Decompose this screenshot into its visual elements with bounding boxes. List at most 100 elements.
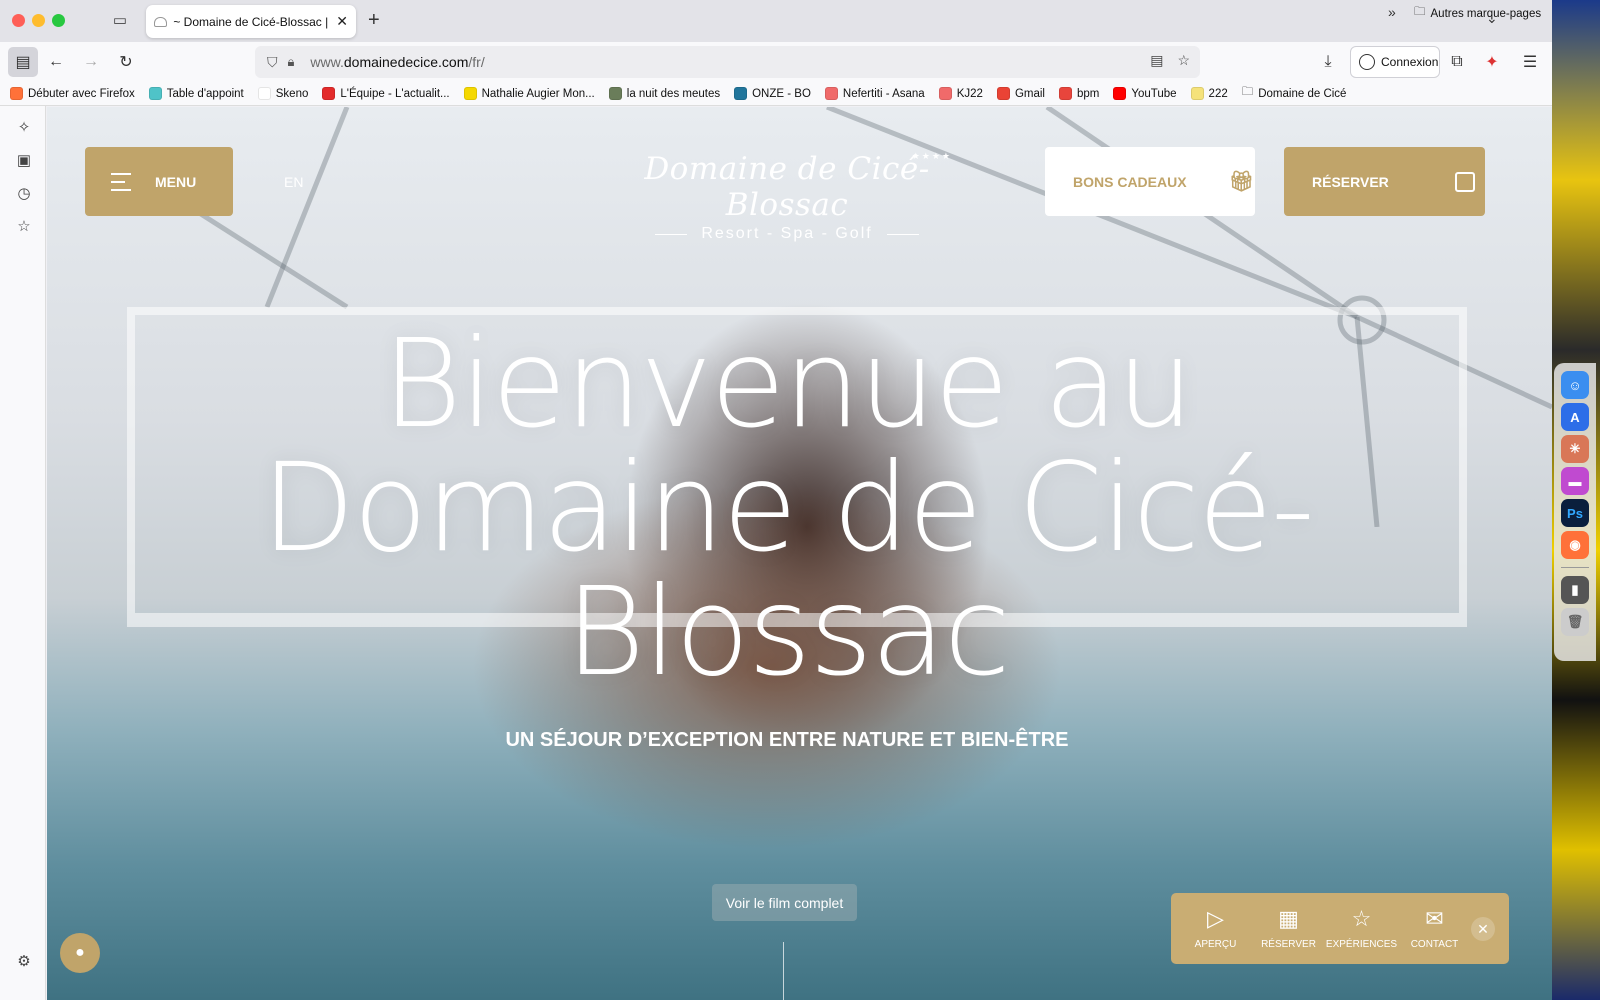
tab-overview-icon[interactable]: ▭ [110, 11, 130, 31]
shield-icon[interactable]: ⛉ [267, 54, 278, 71]
sidebar-toggle-icon[interactable]: ▤ [8, 47, 38, 77]
bookmark-favicon-icon [1190, 87, 1204, 100]
bookmark-favicon-icon [148, 87, 162, 100]
site-favicon-icon [154, 16, 168, 27]
app-store-icon[interactable]: A [1561, 403, 1589, 431]
bookmark-item[interactable]: ONZE - BO [734, 87, 811, 100]
app-icon[interactable]: ▬ [1561, 467, 1589, 495]
macos-dock: ☺ A ✳ ▬ Ps ◉ ▮ 🗑 [1554, 363, 1596, 661]
bookmark-item[interactable]: KJ22 [938, 87, 983, 100]
app-menu-icon[interactable]: ☰ [1516, 48, 1544, 76]
ai-chat-icon[interactable]: ✧ [14, 118, 34, 138]
quick-nav-reserver[interactable]: ▦ RÉSERVER [1252, 907, 1325, 951]
menu-label: MENU [155, 173, 197, 190]
quick-nav-label: APERÇU [1194, 939, 1237, 950]
extension-icon[interactable]: ✦ [1478, 48, 1506, 76]
account-label: Connexion [1381, 55, 1439, 69]
claude-icon[interactable]: ✳ [1561, 435, 1589, 463]
other-bookmarks-label: Autres marque-pages [1430, 7, 1542, 20]
bookmark-item[interactable]: Gmail [996, 87, 1045, 100]
bookmark-item[interactable]: Table d'appoint [148, 87, 244, 100]
bookmark-favicon-icon [10, 87, 23, 100]
tab-title: ~ Domaine de Cicé-Blossac | Hô [173, 14, 331, 29]
quick-nav-label: EXPÉRIENCES [1325, 939, 1398, 950]
url-bar[interactable]: ⛉ 🔒︎ www.domainedecice.com/fr/ ▤ ☆ [255, 46, 1200, 78]
forward-icon[interactable]: → [77, 48, 105, 76]
bookmark-favicon-icon [938, 87, 952, 100]
drive-icon[interactable]: ▮ [1561, 576, 1589, 604]
reserve-button[interactable]: RÉSERVER [1284, 147, 1485, 216]
lock-icon[interactable]: 🔒︎ [288, 54, 295, 70]
dock-separator [1561, 567, 1589, 568]
bookmark-item[interactable]: Nathalie Augier Mon... [463, 87, 595, 100]
bookmark-label: Skeno [275, 87, 309, 100]
extensions-icon[interactable]: ⧉ [1443, 48, 1471, 76]
play-icon: ▷ [1207, 906, 1224, 931]
new-tab-icon[interactable]: + [368, 9, 380, 32]
quick-nav-bar: ▷ APERÇU ▦ RÉSERVER ☆ EXPÉRIENCES ✉ CONT… [1171, 893, 1509, 964]
close-window-button[interactable] [12, 14, 25, 27]
hero-title-line: Bienvenue au [382, 313, 1194, 455]
bookmark-item[interactable]: bpm [1058, 87, 1099, 100]
finder-icon[interactable]: ☺ [1561, 371, 1589, 399]
close-tab-icon[interactable]: ✕ [336, 13, 348, 30]
site-logo[interactable]: ★★★★ Domaine de Cicé-Blossac Resort - Sp… [622, 151, 952, 242]
synced-tabs-icon[interactable]: ▣ [14, 151, 34, 171]
booking-form-icon [1454, 171, 1475, 192]
reload-icon[interactable]: ↻ [112, 48, 140, 76]
zoom-window-button[interactable] [52, 14, 65, 27]
photoshop-icon[interactable]: Ps [1561, 499, 1589, 527]
account-button[interactable]: Connexion [1350, 46, 1440, 78]
back-icon[interactable]: ← [42, 48, 70, 76]
bookmark-favicon-icon [824, 87, 838, 100]
browser-sidebar: ✧ ▣ ◷ ☆ ⚙ [0, 106, 46, 1000]
bookmark-item[interactable]: la nuit des meutes [608, 87, 720, 100]
folder-icon: 🗀 [1414, 6, 1426, 18]
bookmark-item[interactable]: 🗀 Domaine de Cicé [1242, 84, 1347, 103]
scroll-indicator [783, 942, 784, 1000]
folder-icon: 🗀 [1241, 86, 1254, 98]
logo-name: Domaine de Cicé-Blossac [644, 151, 930, 223]
minimize-window-button[interactable] [32, 14, 45, 27]
bookmarks-star-icon[interactable]: ☆ [14, 217, 34, 237]
bookmark-item[interactable]: YouTube [1113, 87, 1177, 100]
bookmark-item[interactable]: 222 [1190, 87, 1228, 100]
bookmark-item[interactable]: L'Équipe - L'actualit... [322, 87, 450, 100]
reserve-label: RÉSERVER [1312, 173, 1389, 190]
quick-nav-contact[interactable]: ✉ CONTACT [1398, 907, 1471, 951]
bookmark-favicon-icon [322, 87, 336, 100]
bookmark-favicon-icon [1113, 87, 1127, 100]
logo-tagline: Resort - Spa - Golf [701, 225, 873, 242]
trash-icon[interactable]: 🗑 [1561, 608, 1589, 636]
firefox-icon[interactable]: ◉ [1561, 531, 1589, 559]
more-bookmarks-icon[interactable]: » [1388, 4, 1396, 20]
navigation-bar: ▤ ← → ↻ ⛉ 🔒︎ www.domainedecice.com/fr/ ▤… [0, 42, 1552, 82]
bookmark-star-icon[interactable]: ☆ [1177, 52, 1190, 69]
hero-title-line: Domaine de Cicé- [261, 437, 1315, 579]
cookie-settings-icon[interactable]: ● [60, 933, 100, 973]
url-text[interactable]: www.domainedecice.com/fr/ [310, 54, 484, 70]
active-tab[interactable]: ~ Domaine de Cicé-Blossac | Hô ✕ [146, 5, 356, 38]
language-switch[interactable]: EN [284, 174, 303, 190]
quick-nav-experiences[interactable]: ☆ EXPÉRIENCES [1325, 907, 1398, 951]
bookmark-label: L'Équipe - L'actualit... [340, 87, 450, 100]
bookmark-favicon-icon [608, 87, 622, 100]
bookmark-item[interactable]: Débuter avec Firefox [10, 87, 135, 100]
history-icon[interactable]: ◷ [14, 184, 34, 204]
downloads-icon[interactable]: ⤓ [1314, 48, 1342, 76]
settings-gear-icon[interactable]: ⚙ [14, 952, 34, 972]
other-bookmarks[interactable]: 🗀 Autres marque-pages [1414, 4, 1541, 23]
bookmark-item[interactable]: Nefertiti - Asana [824, 87, 925, 100]
quick-nav-label: CONTACT [1410, 939, 1459, 950]
watch-film-button[interactable]: Voir le film complet [712, 884, 857, 921]
gift-vouchers-button[interactable]: BONS CADEAUX 🎁︎ [1045, 147, 1255, 216]
bookmark-label: Débuter avec Firefox [28, 87, 135, 100]
bookmark-label: Table d'appoint [166, 87, 244, 100]
quick-nav-apercu[interactable]: ▷ APERÇU [1179, 906, 1252, 951]
close-icon[interactable]: ✕ [1471, 917, 1495, 941]
menu-button[interactable]: MENU [85, 147, 233, 216]
hamburger-icon [111, 172, 133, 191]
logo-stars: ★★★★ [911, 151, 952, 161]
bookmark-item[interactable]: Skeno [257, 87, 309, 100]
reader-view-icon[interactable]: ▤ [1150, 52, 1163, 69]
